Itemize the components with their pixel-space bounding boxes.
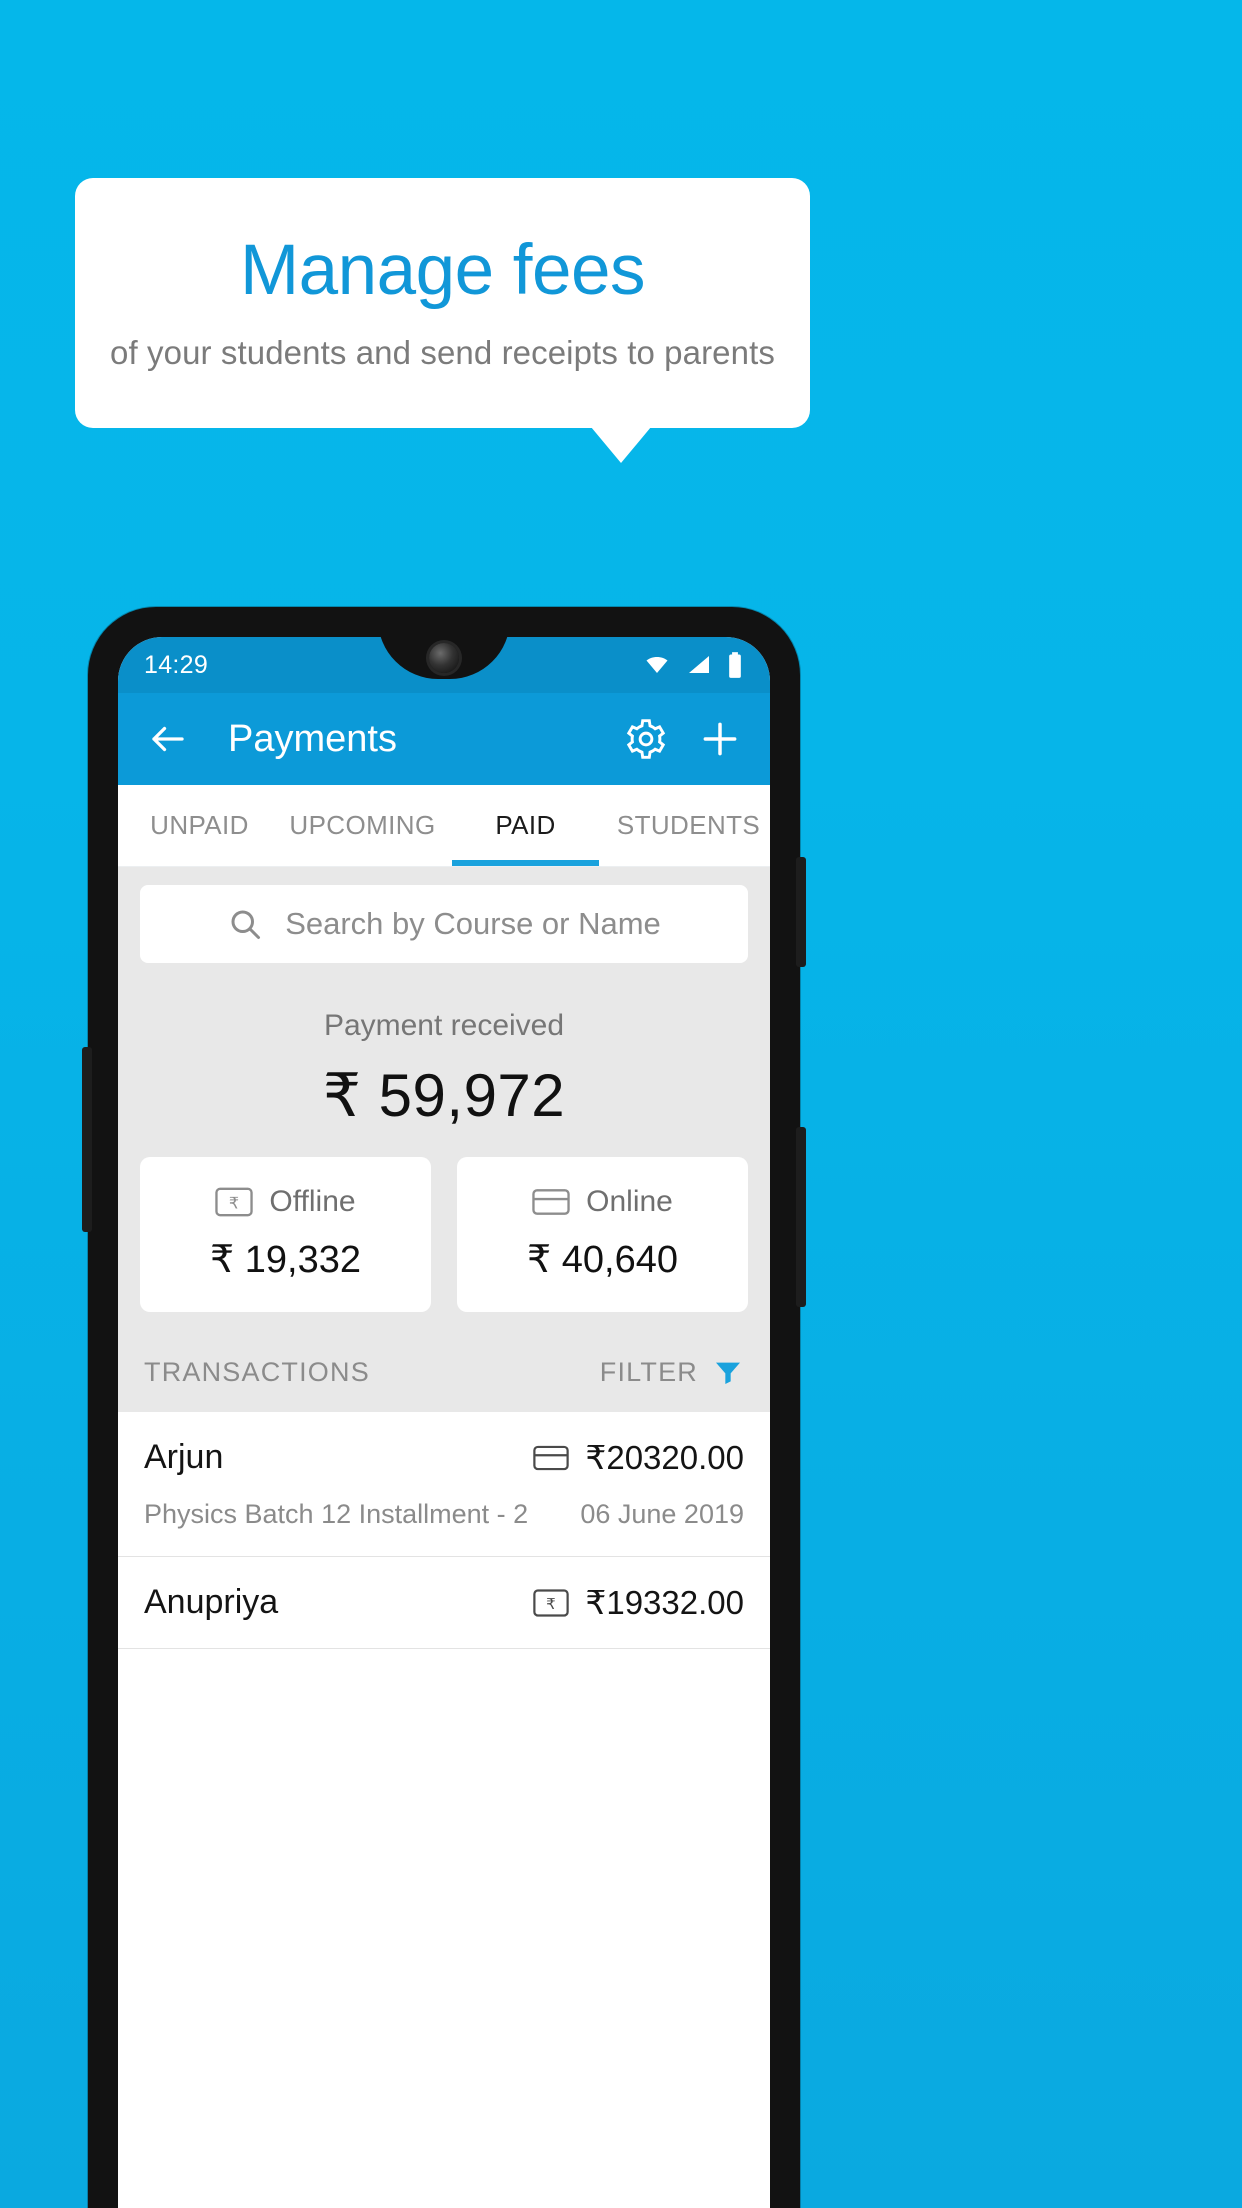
search-input[interactable]: Search by Course or Name	[140, 885, 748, 963]
app-bar: Payments	[118, 693, 770, 785]
transaction-primary-row: Arjun ₹20320.00	[144, 1438, 744, 1477]
wifi-icon	[642, 653, 672, 677]
transaction-primary-row: Anupriya ₹ ₹19332.00	[144, 1583, 744, 1622]
phone-device: 14:29 Payments UNPAID UPCOMING PAID STUD…	[82, 607, 806, 2208]
transaction-description: Physics Batch 12 Installment - 2	[144, 1499, 529, 1529]
phone-screen: 14:29 Payments UNPAID UPCOMING PAID STUD…	[118, 637, 770, 2208]
summary-label: Payment received	[323, 1009, 565, 1042]
payment-summary: Payment received ₹ 59,972	[118, 973, 770, 1151]
filter-label: FILTER	[599, 1356, 698, 1387]
transaction-list: Arjun ₹20320.00 Physics Batch 12 Install…	[118, 1412, 770, 1649]
callout-tail	[591, 427, 651, 463]
transaction-secondary-row: Physics Batch 12 Installment - 2 06 June…	[144, 1499, 744, 1530]
offline-card[interactable]: ₹ Offline ₹ 19,332	[140, 1157, 431, 1312]
transaction-amount-group: ₹ ₹19332.00	[533, 1583, 744, 1622]
online-card-label: Online	[586, 1185, 673, 1218]
phone-volume-button	[796, 1127, 806, 1307]
online-card[interactable]: Online ₹ 40,640	[457, 1157, 748, 1312]
search-placeholder: Search by Course or Name	[285, 906, 661, 941]
svg-text:₹: ₹	[229, 1195, 239, 1213]
status-bar: 14:29	[118, 637, 770, 693]
transaction-date: 06 June 2019	[580, 1499, 744, 1529]
front-camera	[429, 643, 459, 673]
status-bar-icons	[642, 651, 744, 679]
offline-card-head: ₹ Offline	[215, 1185, 356, 1219]
tab-bar: UNPAID UPCOMING PAID STUDENTS	[118, 785, 770, 867]
tab-upcoming[interactable]: UPCOMING	[281, 785, 444, 866]
table-row[interactable]: Arjun ₹20320.00 Physics Batch 12 Install…	[118, 1412, 770, 1557]
offline-card-label: Offline	[269, 1185, 356, 1218]
rupee-note-icon: ₹	[215, 1187, 254, 1217]
transactions-label: TRANSACTIONS	[144, 1356, 370, 1387]
offline-card-amount: ₹ 19,332	[210, 1239, 361, 1281]
content-area: Search by Course or Name Payment receive…	[118, 867, 770, 1649]
online-card-amount: ₹ 40,640	[527, 1239, 678, 1281]
search-icon	[227, 906, 263, 942]
funnel-icon	[712, 1356, 744, 1388]
status-bar-time: 14:29	[144, 650, 209, 679]
svg-text:₹: ₹	[547, 1596, 557, 1613]
table-row[interactable]: Anupriya ₹ ₹19332.00	[118, 1557, 770, 1649]
search-container: Search by Course or Name	[118, 867, 770, 973]
signal-icon	[685, 653, 713, 677]
transaction-name: Anupriya	[144, 1583, 279, 1621]
method-cards: ₹ Offline ₹ 19,332 Online ₹ 40,640	[118, 1151, 770, 1312]
transactions-header: TRANSACTIONS FILTER	[118, 1312, 770, 1412]
tab-unpaid[interactable]: UNPAID	[118, 785, 281, 866]
phone-side-button	[82, 1047, 92, 1232]
transaction-amount: ₹19332.00	[585, 1584, 744, 1621]
gear-icon[interactable]	[620, 713, 672, 765]
online-card-head: Online	[532, 1185, 673, 1219]
summary-amount: ₹ 59,972	[322, 1062, 566, 1129]
back-arrow-icon[interactable]	[142, 713, 194, 765]
rupee-note-icon: ₹	[533, 1588, 570, 1617]
transaction-amount-group: ₹20320.00	[533, 1438, 744, 1477]
promo-callout: Manage fees of your students and send re…	[75, 178, 810, 428]
phone-power-button	[796, 857, 806, 967]
tab-paid[interactable]: PAID	[444, 785, 607, 866]
promo-title: Manage fees	[239, 230, 646, 310]
credit-card-icon	[532, 1187, 570, 1217]
filter-button[interactable]: FILTER	[600, 1356, 744, 1388]
plus-icon[interactable]	[694, 713, 746, 765]
credit-card-icon	[533, 1444, 570, 1472]
camera-notch	[378, 637, 510, 679]
promo-subtitle: of your students and send receipts to pa…	[110, 333, 775, 371]
page-title: Payments	[228, 717, 397, 760]
transaction-amount: ₹20320.00	[585, 1439, 744, 1476]
transaction-name: Arjun	[144, 1438, 224, 1476]
battery-icon	[726, 651, 744, 679]
tab-students[interactable]: STUDENTS	[607, 785, 770, 866]
